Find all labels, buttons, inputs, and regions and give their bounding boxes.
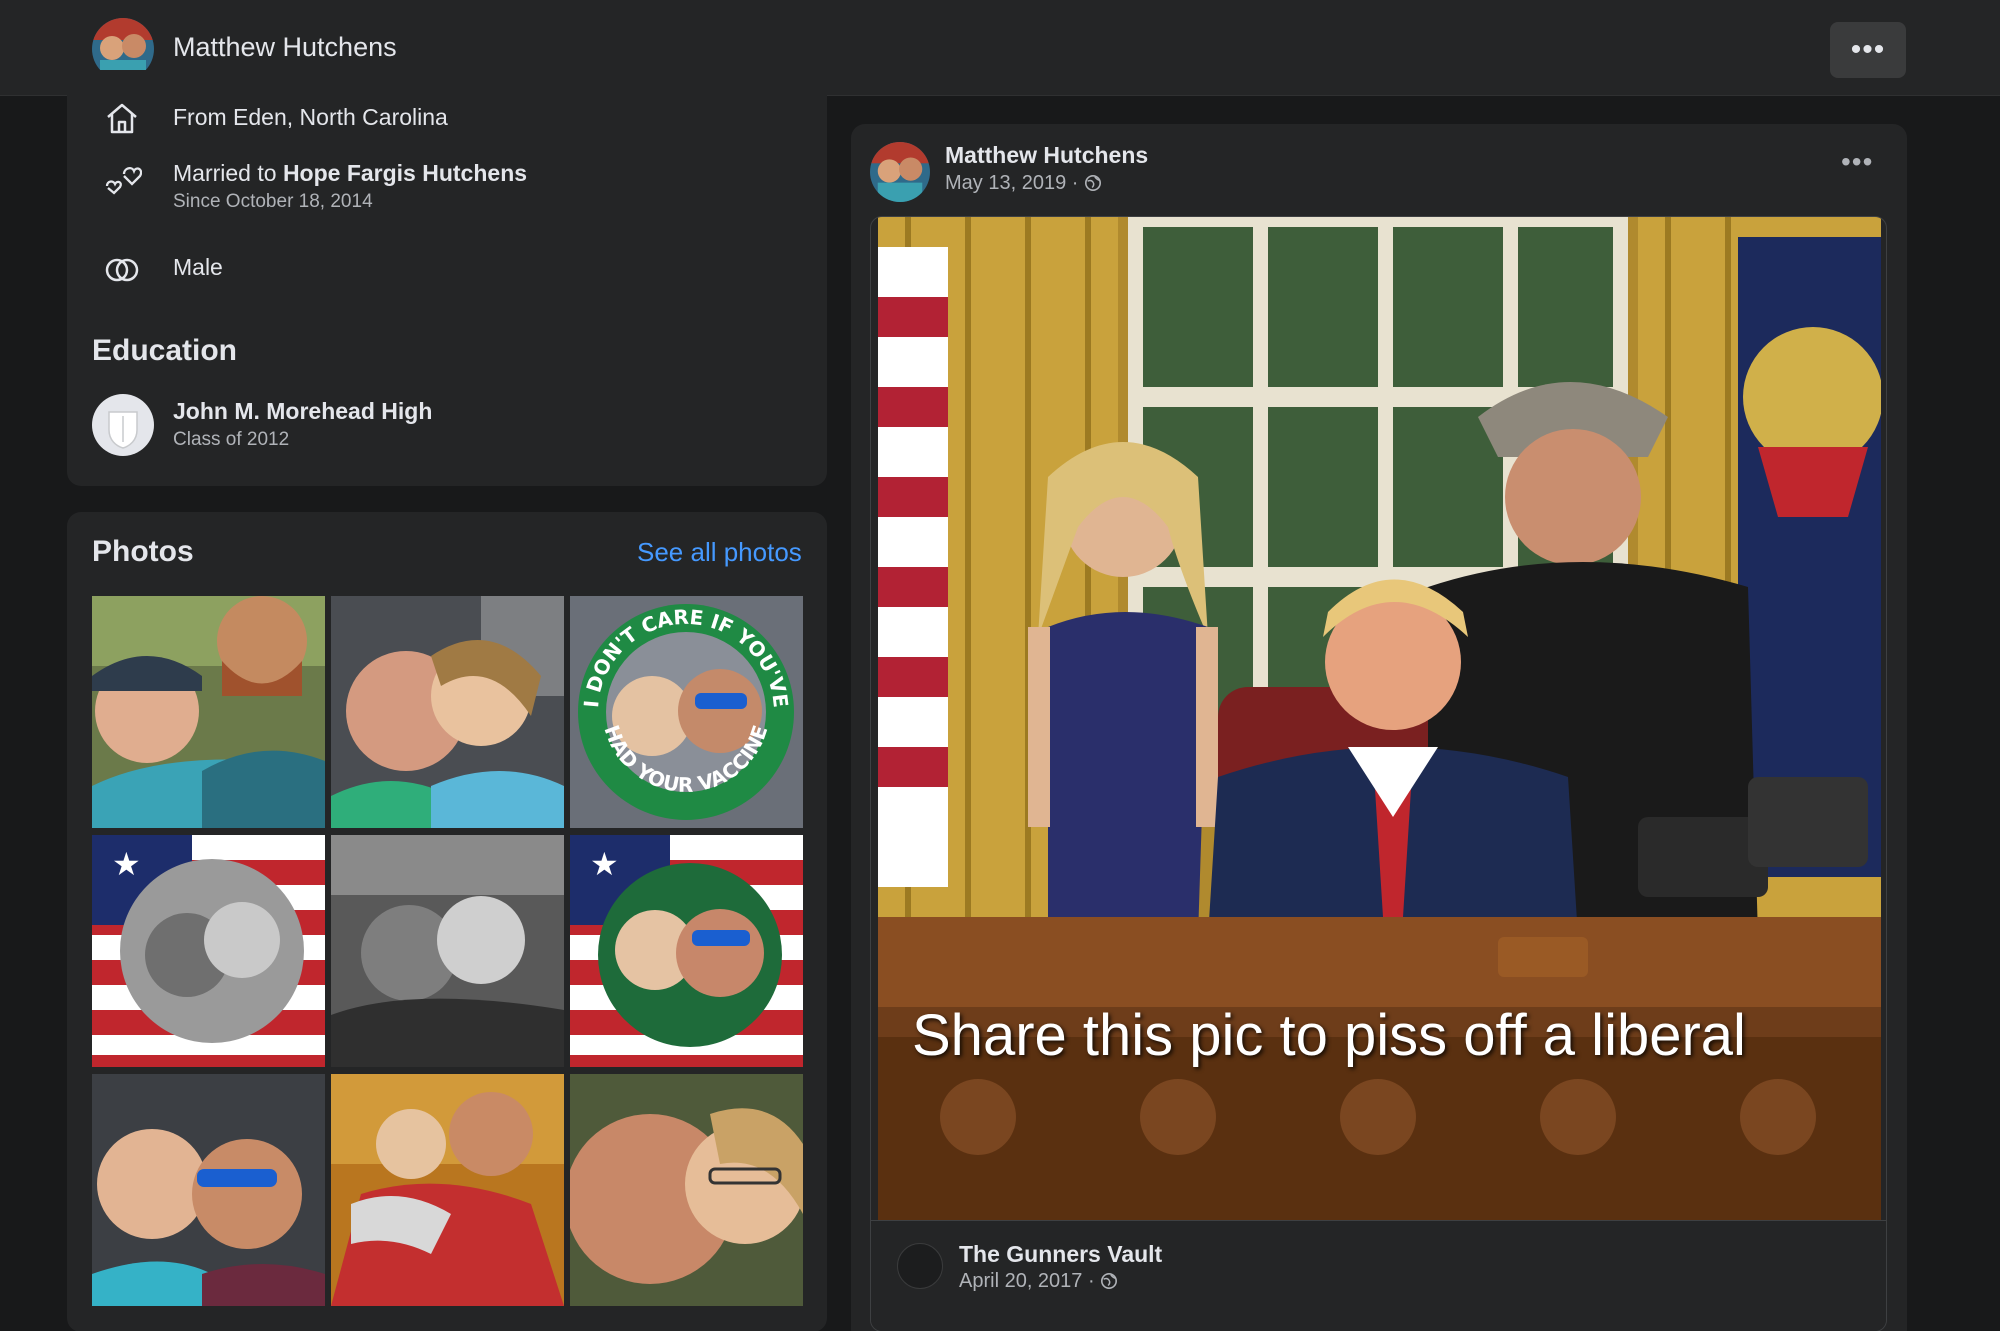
school-name[interactable]: John M. Morehead High — [173, 398, 432, 425]
profile-name[interactable]: Matthew Hutchens — [173, 32, 397, 63]
shared-photo[interactable] — [878, 217, 1881, 1220]
photo-thumbnail-7[interactable] — [92, 1074, 325, 1306]
relationship-text: Married to Hope Fargis Hutchens — [173, 160, 527, 187]
globe-icon — [1101, 1272, 1118, 1290]
education-title: Education — [92, 334, 238, 367]
gender-icon — [105, 258, 139, 282]
see-all-photos-link[interactable]: See all photos — [637, 537, 802, 568]
meme-caption: Share this pic to piss off a liberal — [912, 1003, 1746, 1068]
photos-title: Photos — [92, 535, 194, 568]
globe-icon — [1084, 174, 1101, 192]
svg-text:★: ★ — [112, 845, 141, 883]
intro-card: From Eden, North Carolina Married to Hop… — [67, 70, 827, 486]
source-timestamp[interactable]: April 20, 2017 · — [959, 1270, 1118, 1293]
photo-thumbnail-1[interactable] — [92, 596, 325, 828]
photo-thumbnail-8[interactable] — [331, 1074, 564, 1306]
shared-source-bar[interactable]: The Gunners Vault April 20, 2017 · — [871, 1220, 1886, 1331]
spouse-link[interactable]: Hope Fargis Hutchens — [283, 160, 527, 186]
more-options-button[interactable]: ••• — [1830, 22, 1906, 78]
gender-text: Male — [173, 254, 223, 280]
source-page-logo[interactable] — [897, 1243, 943, 1289]
shared-post[interactable]: Share this pic to piss off a liberal The… — [870, 216, 1887, 1331]
post-timestamp[interactable]: May 13, 2019 · — [945, 172, 1102, 195]
photo-thumbnail-4[interactable]: ★ — [92, 835, 325, 1067]
source-date-text[interactable]: April 20, 2017 · — [959, 1270, 1095, 1292]
photo-thumbnail-5[interactable] — [331, 835, 564, 1067]
svg-text:★: ★ — [590, 845, 619, 883]
hometown-text: From Eden, North Carolina — [173, 104, 448, 130]
relationship-prefix: Married to — [173, 160, 283, 186]
source-page-name[interactable]: The Gunners Vault — [959, 1241, 1162, 1268]
relationship-since: Since October 18, 2014 — [173, 191, 373, 212]
school-class: Class of 2012 — [173, 429, 290, 450]
photos-card: Photos See all photos I DON'T CARE IF YO… — [67, 512, 827, 1331]
photo-thumbnail-vaccine-badge[interactable]: I DON'T CARE IF YOU'VE HAD YOUR VACCINE — [570, 596, 803, 828]
post-author-avatar[interactable] — [870, 142, 930, 202]
school-avatar-icon[interactable] — [92, 394, 154, 456]
photo-thumbnail-6[interactable]: ★ — [570, 835, 803, 1067]
post-date-text[interactable]: May 13, 2019 · — [945, 172, 1078, 194]
post-author-name[interactable]: Matthew Hutchens — [945, 142, 1148, 169]
post-card: Matthew Hutchens May 13, 2019 · ••• Shar… — [851, 124, 1907, 1331]
hearts-icon — [105, 167, 142, 195]
photo-thumbnail-2[interactable] — [331, 596, 564, 828]
post-options-button[interactable]: ••• — [1841, 146, 1873, 178]
photo-thumbnail-9[interactable] — [570, 1074, 803, 1306]
home-icon — [107, 103, 137, 134]
